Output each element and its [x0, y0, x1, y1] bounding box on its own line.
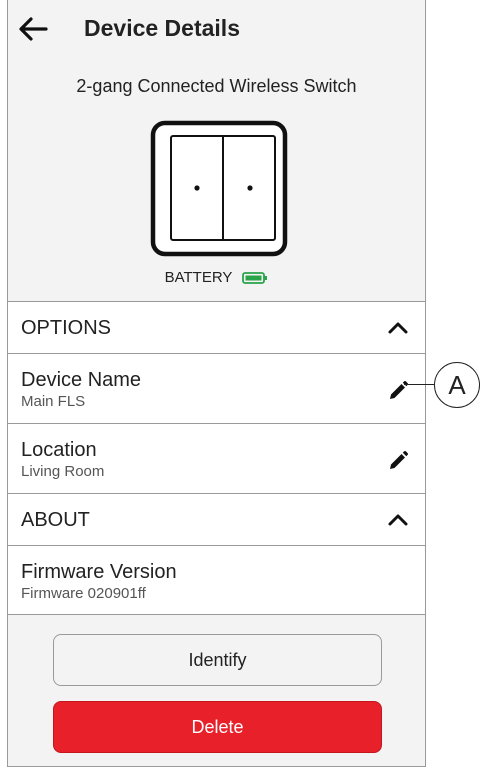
- switch-device-image: [150, 120, 288, 257]
- device-name-row[interactable]: Device Name Main FLS: [8, 353, 425, 423]
- back-button[interactable]: [18, 16, 48, 42]
- chevron-up-icon[interactable]: [387, 511, 409, 527]
- battery-label: BATTERY: [164, 269, 233, 286]
- about-label: ABOUT: [21, 509, 90, 531]
- location-row[interactable]: Location Living Room: [8, 423, 425, 493]
- battery-full-icon: [242, 271, 268, 284]
- location-label: Location: [21, 439, 97, 461]
- device-name-value: Main FLS: [21, 393, 86, 410]
- header: Device Details: [8, 0, 425, 62]
- pencil-icon[interactable]: [387, 450, 409, 472]
- firmware-row: Firmware Version Firmware 020901ff: [8, 545, 425, 615]
- chevron-up-icon[interactable]: [387, 319, 409, 335]
- identify-button[interactable]: Identify: [53, 634, 382, 686]
- firmware-label: Firmware Version: [21, 561, 177, 583]
- firmware-value: Firmware 020901ff: [21, 585, 146, 602]
- arrow-left-icon: [19, 17, 48, 41]
- callout-leader-line: [404, 384, 434, 385]
- battery-status: BATTERY: [8, 269, 425, 286]
- about-section-header[interactable]: ABOUT: [8, 493, 425, 545]
- page-title: Device Details: [84, 15, 240, 41]
- delete-button[interactable]: Delete: [53, 701, 382, 753]
- callout-marker: A: [434, 362, 480, 408]
- options-label: OPTIONS: [21, 317, 112, 339]
- options-section-header[interactable]: OPTIONS: [8, 301, 425, 353]
- device-name-label: Device Name: [21, 369, 142, 391]
- device-model: 2-gang Connected Wireless Switch: [76, 76, 357, 96]
- location-value: Living Room: [21, 463, 105, 480]
- device-details-screen: Device Details 2-gang Connected Wireless…: [7, 0, 426, 767]
